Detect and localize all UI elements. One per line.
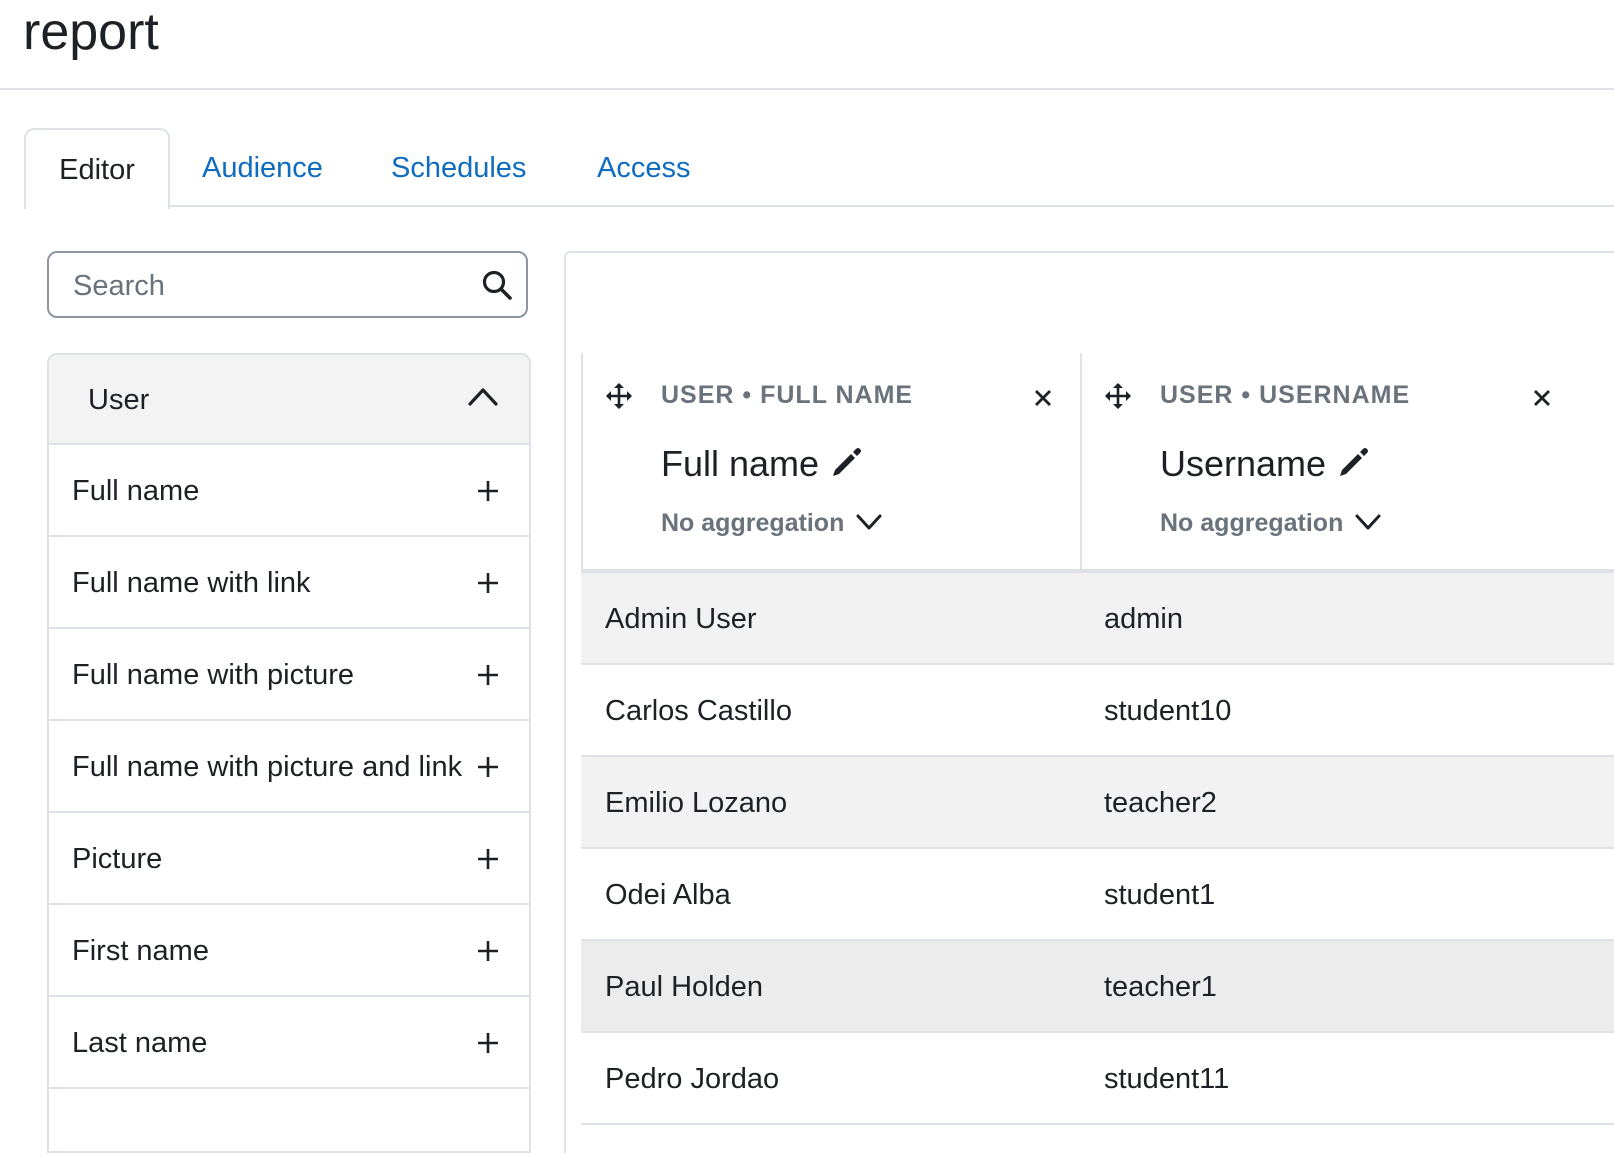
field-item-label: Full name <box>72 475 200 507</box>
chevron-up-icon <box>468 388 498 406</box>
group-header-user[interactable]: User <box>49 355 529 445</box>
field-item-label: Full name with link <box>72 567 311 599</box>
column-title: Username <box>1160 443 1370 485</box>
field-item-label: Full name with picture and link <box>72 751 463 783</box>
cell-username: student1 <box>1104 879 1216 911</box>
close-icon[interactable] <box>1034 389 1052 407</box>
tab-schedules[interactable]: Schedules <box>391 128 526 206</box>
table-row: Paul Holden teacher1 <box>581 941 1614 1033</box>
move-icon[interactable] <box>606 383 632 409</box>
search-box <box>47 251 528 318</box>
cell-username: admin <box>1104 603 1183 635</box>
plus-icon[interactable] <box>477 756 499 778</box>
plus-icon[interactable] <box>477 572 499 594</box>
plus-icon[interactable] <box>477 848 499 870</box>
column-title: Full name <box>661 443 863 485</box>
table-row: Emilio Lozano teacher2 <box>581 757 1614 849</box>
column-header-full-name: USER • FULL NAME Full name No aggregatio… <box>581 353 1081 570</box>
field-item-full-name-with-picture-and-link[interactable]: Full name with picture and link <box>49 721 529 813</box>
cell-full-name: Carlos Castillo <box>605 695 792 727</box>
chevron-down-icon <box>856 514 882 530</box>
field-item-label: Last name <box>72 1027 208 1059</box>
field-item-label: Full name with picture <box>72 659 355 691</box>
aggregation-select[interactable]: No aggregation <box>661 509 882 538</box>
field-item-label: First name <box>72 935 209 967</box>
field-item-label: Picture <box>72 843 163 875</box>
column-source: USER • FULL NAME <box>661 381 914 409</box>
plus-icon[interactable] <box>477 664 499 686</box>
group-title: User <box>88 384 150 416</box>
tab-access[interactable]: Access <box>597 128 690 206</box>
report-table: Admin User admin Carlos Castillo student… <box>581 569 1614 1125</box>
table-row: Pedro Jordao student11 <box>581 1033 1614 1125</box>
column-header-username: USER • USERNAME Username No aggregation <box>1080 353 1614 570</box>
search-icon[interactable] <box>481 269 513 301</box>
field-item-picture[interactable]: Picture <box>49 813 529 905</box>
field-item-full-name-with-picture[interactable]: Full name with picture <box>49 629 529 721</box>
tab-bar: Editor Audience Schedules Access <box>0 128 1614 209</box>
field-item-full-name-with-link[interactable]: Full name with link <box>49 537 529 629</box>
table-row: Carlos Castillo student10 <box>581 665 1614 757</box>
cell-username: student11 <box>1104 1063 1230 1095</box>
field-item-full-name[interactable]: Full name <box>49 445 529 537</box>
close-icon[interactable] <box>1533 389 1551 407</box>
column-source: USER • USERNAME <box>1160 381 1411 409</box>
column-title-text: Full name <box>661 443 820 484</box>
table-row: Admin User admin <box>581 573 1614 665</box>
aggregation-value: No aggregation <box>1160 509 1344 537</box>
column-title-text: Username <box>1160 443 1327 484</box>
cell-full-name: Odei Alba <box>605 879 731 911</box>
cell-full-name: Admin User <box>605 603 757 635</box>
tab-audience[interactable]: Audience <box>202 128 323 206</box>
aggregation-select[interactable]: No aggregation <box>1160 509 1381 538</box>
field-list-panel: User Full name Full name with link Full … <box>47 353 531 1153</box>
cell-full-name: Paul Holden <box>605 971 763 1003</box>
field-item-last-name[interactable]: Last name <box>49 997 529 1089</box>
chevron-down-icon <box>1355 514 1381 530</box>
cell-full-name: Emilio Lozano <box>605 787 788 819</box>
table-row: Odei Alba student1 <box>581 849 1614 941</box>
page-title: report <box>23 3 159 61</box>
plus-icon[interactable] <box>477 480 499 502</box>
field-item-first-name[interactable]: First name <box>49 905 529 997</box>
aggregation-value: No aggregation <box>661 509 845 537</box>
cell-full-name: Pedro Jordao <box>605 1063 780 1095</box>
header-divider <box>0 88 1614 90</box>
pencil-icon[interactable] <box>829 446 863 480</box>
cell-username: teacher2 <box>1104 787 1217 819</box>
search-input[interactable] <box>71 263 465 309</box>
plus-icon[interactable] <box>477 940 499 962</box>
cell-username: teacher1 <box>1104 971 1217 1003</box>
move-icon[interactable] <box>1105 383 1131 409</box>
cell-username: student10 <box>1104 695 1232 727</box>
pencil-icon[interactable] <box>1336 446 1370 480</box>
plus-icon[interactable] <box>477 1032 499 1054</box>
tab-editor[interactable]: Editor <box>24 128 170 209</box>
